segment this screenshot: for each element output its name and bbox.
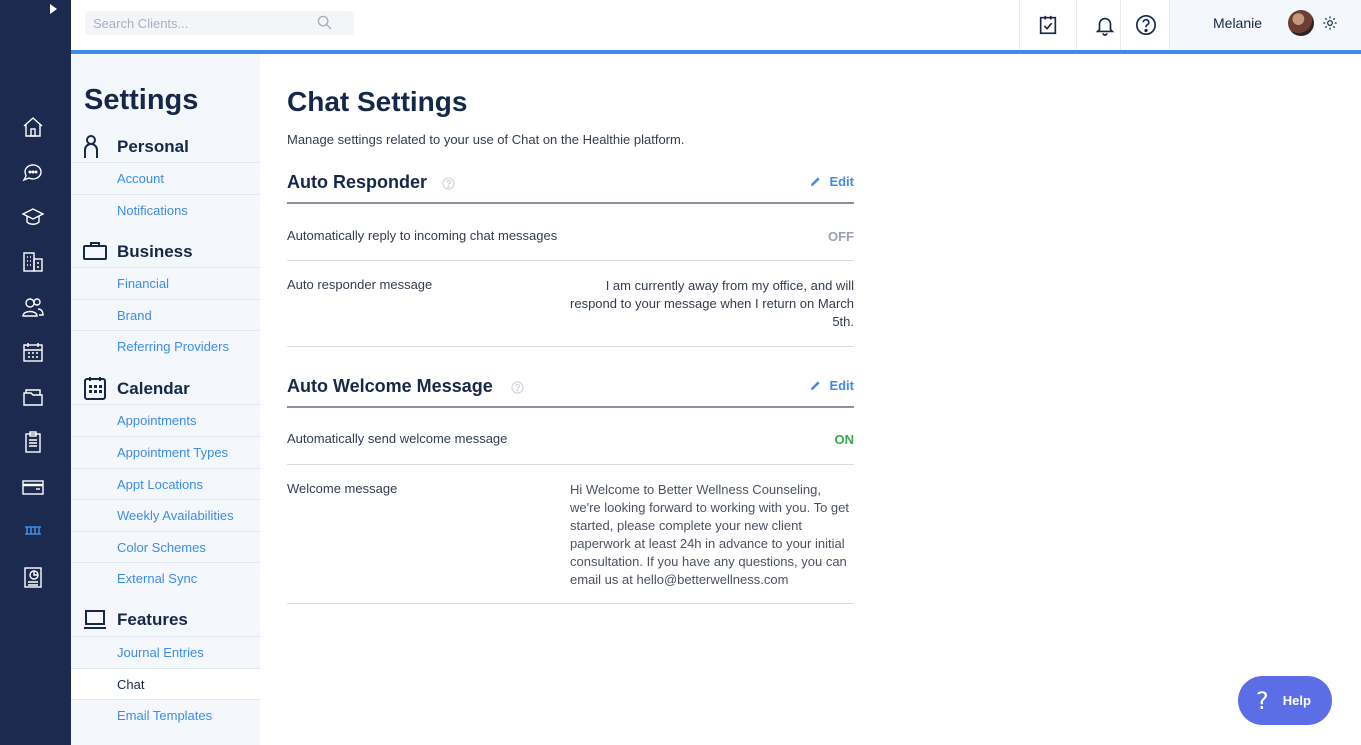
sidebar-item-label[interactable]: Appointments xyxy=(117,413,197,428)
search-box[interactable] xyxy=(85,11,354,35)
sidebar-item-email-templates[interactable]: Email Templates xyxy=(71,699,260,730)
avatar[interactable] xyxy=(1288,10,1314,36)
auto-responder-message-label: Auto responder message xyxy=(287,277,433,292)
tasks-checkbox-icon xyxy=(1039,15,1057,35)
sidebar-item-financial[interactable]: Financial xyxy=(71,267,260,298)
auto-responder-message-row: Auto responder message I am currently aw… xyxy=(287,277,854,347)
search-input[interactable] xyxy=(85,11,305,35)
auto-responder-edit-button[interactable]: Edit xyxy=(810,174,854,189)
sidebar-item-label[interactable]: Weekly Availabilities xyxy=(117,508,234,523)
auto-welcome-heading: Auto Welcome Message xyxy=(287,376,493,396)
sidebar-item-color-schemes[interactable]: Color Schemes xyxy=(71,531,260,562)
sidebar-item-label[interactable]: External Sync xyxy=(117,571,197,586)
building-icon[interactable] xyxy=(20,249,45,274)
graduation-cap-icon[interactable] xyxy=(20,204,45,229)
auto-reply-label: Automatically reply to incoming chat mes… xyxy=(287,228,558,243)
clients-icon[interactable] xyxy=(20,294,45,319)
search-icon[interactable] xyxy=(317,15,332,30)
auto-reply-row: Automatically reply to incoming chat mes… xyxy=(287,228,854,261)
welcome-message-row: Welcome message Hi Welcome to Better Wel… xyxy=(287,481,854,604)
sidebar-item-referring-providers[interactable]: Referring Providers xyxy=(71,330,260,361)
top-bar: Melanie xyxy=(71,0,1361,50)
sidebar-item-label[interactable]: Chat xyxy=(117,677,144,692)
sidebar-item-label[interactable]: Referring Providers xyxy=(117,339,229,354)
sidebar-item-external-sync[interactable]: External Sync xyxy=(71,562,260,593)
sidebar-item-label[interactable]: Journal Entries xyxy=(117,645,204,660)
question-mark-icon: ? xyxy=(1256,686,1269,715)
pencil-icon xyxy=(811,177,821,187)
auto-welcome-row: Automatically send welcome message ON xyxy=(287,431,854,465)
sidebar-item-weekly-availabilities[interactable]: Weekly Availabilities xyxy=(71,499,260,530)
sidebar-item-label[interactable]: Appt Locations xyxy=(117,477,203,492)
page-description: Manage settings related to your use of C… xyxy=(287,132,685,147)
billing-card-icon[interactable] xyxy=(20,474,45,499)
expand-nav-icon[interactable] xyxy=(48,3,58,15)
pencil-icon xyxy=(811,381,821,391)
settings-sidebar: Settings Personal Account Notifications … xyxy=(71,54,260,745)
auto-responder-header: Auto Responder Edit xyxy=(287,170,854,204)
sidebar-section-personal: Personal xyxy=(71,131,260,162)
auto-responder-heading: Auto Responder xyxy=(287,172,428,192)
calendar-icon xyxy=(84,377,106,400)
sidebar-section-calendar: Calendar xyxy=(71,373,260,404)
sidebar-item-label[interactable]: Email Templates xyxy=(117,708,212,723)
sidebar-item-label[interactable]: Notifications xyxy=(117,203,188,218)
welcome-message-value: Hi Welcome to Better Wellness Counseling… xyxy=(570,482,849,587)
sidebar-item-journal-entries[interactable]: Journal Entries xyxy=(71,636,260,667)
user-menu[interactable]: Melanie xyxy=(1169,0,1361,50)
auto-welcome-header: Auto Welcome Message Edit xyxy=(287,374,854,408)
section-label: Personal xyxy=(117,137,189,156)
calendar-icon[interactable] xyxy=(20,339,45,364)
auto-welcome-label: Automatically send welcome message xyxy=(287,431,508,446)
sidebar-section-features: Features xyxy=(71,604,260,635)
sidebar-section-business: Business xyxy=(71,236,260,267)
sidebar-item-label[interactable]: Appointment Types xyxy=(117,445,228,460)
sidebar-item-appt-locations[interactable]: Appt Locations xyxy=(71,468,260,499)
top-bar-accent-line xyxy=(71,50,1361,54)
user-name[interactable]: Melanie xyxy=(1213,15,1262,31)
sidebar-item-appointments[interactable]: Appointments xyxy=(71,404,260,435)
sidebar-item-appointment-types[interactable]: Appointment Types xyxy=(71,436,260,467)
person-icon xyxy=(84,135,98,158)
sidebar-item-account[interactable]: Account xyxy=(71,162,260,193)
sidebar-item-label[interactable]: Color Schemes xyxy=(117,540,206,555)
reports-icon[interactable] xyxy=(20,564,45,589)
supplements-icon[interactable] xyxy=(20,518,45,543)
section-label: Calendar xyxy=(117,379,190,398)
sidebar-item-label[interactable]: Account xyxy=(117,171,164,186)
sidebar-item-chat[interactable]: Chat xyxy=(71,668,260,699)
gear-icon[interactable] xyxy=(1322,15,1338,31)
sidebar-item-notifications[interactable]: Notifications xyxy=(71,194,260,225)
chat-icon[interactable] xyxy=(20,159,45,184)
folders-icon[interactable] xyxy=(20,384,45,409)
auto-reply-status: OFF xyxy=(828,229,854,244)
sidebar-item-label[interactable]: Financial xyxy=(117,276,169,291)
bell-icon xyxy=(1095,17,1115,36)
auto-welcome-status: ON xyxy=(834,432,855,447)
home-icon[interactable] xyxy=(20,114,45,139)
question-circle-icon xyxy=(1135,15,1156,35)
help-tooltip-icon[interactable] xyxy=(511,381,524,394)
page-title: Chat Settings xyxy=(287,86,468,117)
clipboard-icon[interactable] xyxy=(20,429,45,454)
help-tooltip-icon[interactable] xyxy=(442,177,455,190)
help-label[interactable]: Help xyxy=(1283,693,1311,708)
auto-welcome-edit-button[interactable]: Edit xyxy=(810,378,854,393)
edit-label[interactable]: Edit xyxy=(829,378,854,393)
section-label: Business xyxy=(117,242,193,261)
sidebar-title: Settings xyxy=(84,84,199,116)
help-center-button[interactable] xyxy=(1120,0,1170,50)
auto-responder-message-value: I am currently away from my office, and … xyxy=(570,278,854,329)
tasks-button[interactable] xyxy=(1019,0,1076,50)
left-nav-rail xyxy=(0,0,71,745)
edit-label[interactable]: Edit xyxy=(829,174,854,189)
sidebar-item-brand[interactable]: Brand xyxy=(71,299,260,330)
briefcase-icon xyxy=(83,242,107,260)
welcome-message-label: Welcome message xyxy=(287,481,398,496)
help-button[interactable]: ? Help xyxy=(1238,676,1332,725)
sidebar-item-label[interactable]: Brand xyxy=(117,308,152,323)
laptop-icon xyxy=(84,610,106,629)
section-label: Features xyxy=(117,610,188,629)
